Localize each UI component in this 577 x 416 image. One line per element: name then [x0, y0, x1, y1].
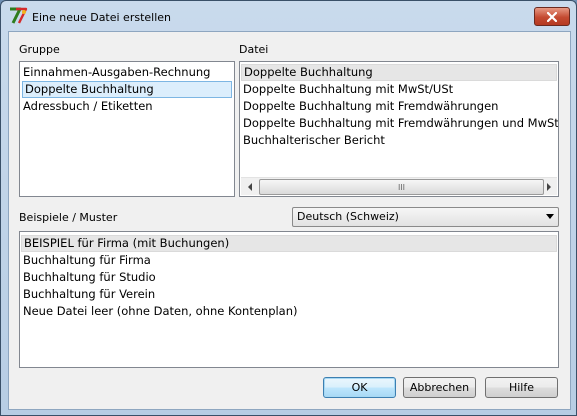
- chevron-right-icon: [546, 182, 551, 191]
- title-bar[interactable]: Eine neue Datei erstellen: [1, 1, 576, 31]
- beispiele-item[interactable]: Buchhaltung für Verein: [20, 286, 558, 303]
- datei-item[interactable]: Doppelte Buchhaltung mit MwSt/USt: [240, 81, 558, 98]
- datei-item-highlighted[interactable]: Doppelte Buchhaltung: [241, 64, 557, 81]
- beispiele-item[interactable]: Neue Datei leer (ohne Daten, ohne Konten…: [20, 303, 558, 320]
- beispiele-item-highlighted[interactable]: BEISPIEL für Firma (mit Buchungen): [21, 235, 557, 252]
- close-icon: [547, 11, 557, 22]
- datei-item[interactable]: Buchhalterischer Bericht: [240, 132, 558, 149]
- ok-button[interactable]: OK: [323, 377, 396, 398]
- dialog-window: Eine neue Datei erstellen Gruppe Einnahm…: [0, 0, 577, 416]
- beispiele-listbox[interactable]: BEISPIEL für Firma (mit Buchungen) Buchh…: [19, 231, 559, 368]
- beispiele-item[interactable]: Buchhaltung für Studio: [20, 269, 558, 286]
- datei-item[interactable]: Doppelte Buchhaltung mit Fremdwährungen …: [240, 115, 558, 132]
- gruppe-item-selected[interactable]: Doppelte Buchhaltung: [22, 81, 232, 98]
- gruppe-item[interactable]: Einnahmen-Ausgaben-Rechnung: [20, 64, 234, 81]
- dialog-body: Gruppe Einnahmen-Ausgaben-Rechnung Doppe…: [8, 31, 571, 410]
- beispiele-label: Beispiele / Muster: [19, 211, 118, 224]
- gruppe-label: Gruppe: [19, 43, 60, 56]
- horizontal-scrollbar[interactable]: III: [241, 177, 557, 195]
- language-select-value: Deutsch (Schweiz): [297, 210, 399, 223]
- scroll-right-button[interactable]: [540, 178, 557, 195]
- scroll-left-button[interactable]: [241, 178, 258, 195]
- datei-item[interactable]: Doppelte Buchhaltung mit Fremdwährungen: [240, 98, 558, 115]
- gruppe-listbox[interactable]: Einnahmen-Ausgaben-Rechnung Doppelte Buc…: [19, 61, 235, 197]
- chevron-left-icon: [247, 182, 252, 191]
- datei-listbox[interactable]: Doppelte Buchhaltung Doppelte Buchhaltun…: [239, 61, 559, 197]
- cancel-button[interactable]: Abbrechen: [403, 377, 476, 398]
- close-button[interactable]: [534, 7, 570, 26]
- scrollbar-thumb[interactable]: III: [259, 179, 544, 195]
- scroll-grip: III: [397, 182, 406, 192]
- app-logo-icon: [10, 7, 28, 24]
- gruppe-item[interactable]: Adressbuch / Etiketten: [20, 98, 234, 115]
- chevron-down-icon: [546, 214, 554, 219]
- language-select[interactable]: Deutsch (Schweiz): [292, 207, 559, 227]
- window-title: Eine neue Datei erstellen: [32, 11, 172, 24]
- beispiele-item[interactable]: Buchhaltung für Firma: [20, 252, 558, 269]
- help-button[interactable]: Hilfe: [485, 377, 558, 398]
- datei-label: Datei: [239, 43, 269, 56]
